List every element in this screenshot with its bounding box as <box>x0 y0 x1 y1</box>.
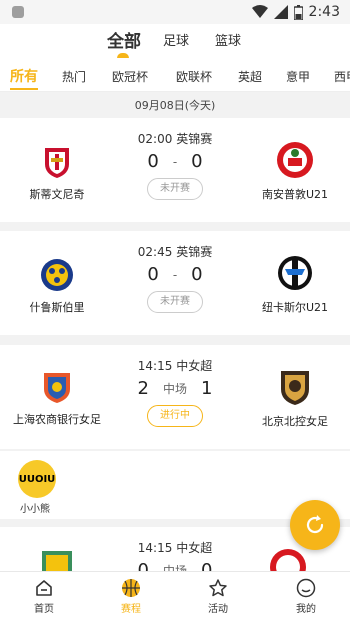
promo-logo: UUOIU <box>18 460 56 498</box>
category-seriea[interactable]: 意甲 <box>286 68 310 85</box>
nav-home[interactable]: 首页 <box>14 578 74 615</box>
team-crest-icon <box>45 148 69 178</box>
home-score: 0 <box>147 151 159 172</box>
match-center: 14:15 中女超 2 中场 1 进行中 <box>125 353 225 427</box>
away-team: 北京北控女足 <box>245 367 345 429</box>
match-time: 02:00 <box>137 132 173 146</box>
category-hot[interactable]: 热门 <box>62 68 86 85</box>
category-tabs: 所有 热门 欧冠杯 欧联杯 英超 意甲 西甲 <box>0 60 350 92</box>
away-score: 1 <box>201 378 213 399</box>
team-crest-icon <box>270 549 306 571</box>
ball-icon <box>122 579 140 597</box>
category-indicator <box>10 88 38 90</box>
score-separator: - <box>172 267 178 282</box>
active-tab-indicator <box>117 53 129 58</box>
home-team-name: 上海农商银行女足 <box>13 413 101 426</box>
tab-basketball[interactable]: 篮球 <box>215 30 241 49</box>
status-bar: 2:43 <box>0 0 350 24</box>
sport-tabs: 全部 足球 篮球 <box>0 24 350 60</box>
home-team-name: 斯蒂文尼奇 <box>29 188 85 201</box>
home-score: 0 <box>137 560 149 571</box>
team-crest-icon <box>277 142 313 178</box>
category-all[interactable]: 所有 <box>10 66 38 86</box>
match-time: 02:45 <box>137 245 173 259</box>
tab-all[interactable]: 全部 <box>107 27 141 52</box>
away-team-name: 南安普敦U21 <box>261 188 329 201</box>
home-icon <box>36 580 52 596</box>
match-card[interactable]: 斯蒂文尼奇 02:00 英锦赛 0-0 未开赛 南安普敦U21 <box>0 118 350 222</box>
nav-home-label: 首页 <box>34 604 54 615</box>
category-epl[interactable]: 英超 <box>238 68 262 85</box>
refresh-button[interactable] <box>290 500 340 550</box>
match-center: 02:00 英锦赛 0-0 未开赛 <box>125 126 225 200</box>
star-icon <box>209 579 227 597</box>
battery-icon <box>293 4 303 20</box>
nav-schedule[interactable]: 赛程 <box>101 578 161 615</box>
category-uel[interactable]: 欧联杯 <box>176 68 212 85</box>
promo-name: 小小熊 <box>20 504 50 515</box>
nav-activity-label: 活动 <box>208 604 228 615</box>
match-status-button[interactable]: 未开赛 <box>147 291 203 313</box>
team-crest-icon <box>281 371 309 405</box>
home-team: 什鲁斯伯里 <box>7 257 107 315</box>
nav-activity[interactable]: 活动 <box>188 578 248 615</box>
notification-icon <box>12 6 24 18</box>
league-name: 中女超 <box>176 359 213 373</box>
home-team: 斯蒂文尼奇 <box>7 144 107 202</box>
match-status-button[interactable]: 进行中 <box>147 405 203 427</box>
away-score: 0 <box>201 560 213 571</box>
match-time: 14:15 <box>137 541 173 555</box>
away-team-name: 纽卡斯尔U21 <box>261 301 329 314</box>
score-separator: - <box>172 154 178 169</box>
team-crest-icon <box>42 551 72 571</box>
refresh-icon <box>306 515 324 534</box>
home-team-name: 什鲁斯伯里 <box>29 301 85 314</box>
wifi-icon <box>251 5 268 18</box>
match-center: 02:45 英锦赛 0-0 未开赛 <box>125 239 225 313</box>
category-laliga[interactable]: 西甲 <box>334 68 350 85</box>
category-ucl[interactable]: 欧冠杯 <box>112 68 148 85</box>
match-phase: 中场 <box>162 382 187 396</box>
match-phase: 中场 <box>162 564 187 571</box>
nav-profile[interactable]: 我的 <box>276 578 336 615</box>
tab-football[interactable]: 足球 <box>163 30 189 49</box>
league-name: 英锦赛 <box>176 245 213 259</box>
match-status-button[interactable]: 未开赛 <box>147 178 203 200</box>
signal-icon <box>273 5 288 19</box>
clock: 2:43 <box>308 4 340 20</box>
home-score: 0 <box>147 264 159 285</box>
home-score: 2 <box>137 378 149 399</box>
away-score: 0 <box>191 151 203 172</box>
bottom-navigation: 首页 赛程 活动 我的 <box>0 571 350 622</box>
date-header: 09月08日(今天) <box>0 94 350 118</box>
league-name: 英锦赛 <box>176 132 213 146</box>
home-team: 上海农商银行女足 <box>7 369 107 427</box>
away-team: 纽卡斯尔U21 <box>245 253 345 315</box>
team-crest-icon <box>41 259 73 291</box>
match-center: 14:15 中女超 0 中场 0 <box>125 535 225 571</box>
team-crest-icon <box>44 373 70 403</box>
team-crest-icon <box>278 256 312 290</box>
match-card[interactable]: 什鲁斯伯里 02:45 英锦赛 0-0 未开赛 纽卡斯尔U21 <box>0 231 350 335</box>
nav-schedule-label: 赛程 <box>121 604 141 615</box>
match-card[interactable]: 上海农商银行女足 14:15 中女超 2 中场 1 进行中 北京北控女足 <box>0 345 350 449</box>
profile-icon <box>296 578 316 598</box>
away-team: 南安普敦U21 <box>245 140 345 202</box>
match-time: 14:15 <box>137 359 173 373</box>
league-name: 中女超 <box>176 541 213 555</box>
nav-profile-label: 我的 <box>296 604 316 615</box>
away-score: 0 <box>191 264 203 285</box>
away-team-name: 北京北控女足 <box>262 415 328 428</box>
